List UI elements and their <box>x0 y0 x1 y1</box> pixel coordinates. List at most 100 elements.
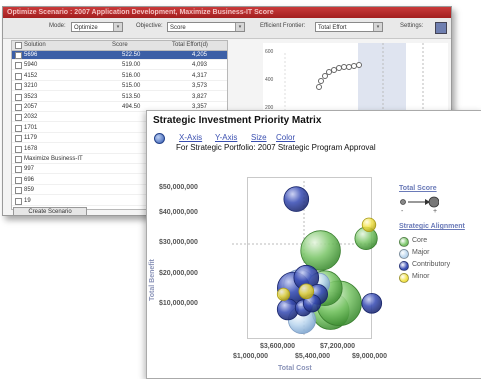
bubble-minor[interactable] <box>298 283 315 300</box>
column-header-effort[interactable]: Total Effort(d) <box>172 41 208 50</box>
bubble-minor[interactable] <box>361 217 377 233</box>
settings-button[interactable] <box>435 22 447 34</box>
solution-cell: Maximize Business-IT <box>24 156 83 162</box>
table-row[interactable]: 5696 522.50 4,205 <box>12 51 227 60</box>
frontier-point <box>336 65 342 71</box>
mode-label: Mode: <box>49 23 66 29</box>
row-checkbox[interactable] <box>15 83 22 91</box>
mode-select[interactable]: Optimize ▾ <box>71 22 123 32</box>
frontier-point <box>331 67 337 73</box>
solution-cell: 859 <box>24 187 35 194</box>
y-tick-label: $10,000,000 <box>159 300 198 307</box>
table-row[interactable]: 3210 515.00 3,573 <box>12 82 227 92</box>
row-checkbox[interactable] <box>15 52 22 59</box>
solution-cell: 19 <box>24 197 31 204</box>
legend-swatch <box>399 261 409 271</box>
legend-label: Minor <box>412 273 430 280</box>
row-checkbox[interactable] <box>15 114 22 122</box>
frontier-label: Efficient Frontier: <box>260 23 306 29</box>
create-scenario-button[interactable]: Create Scenario <box>13 207 87 215</box>
frontier-point <box>326 69 332 75</box>
bubble-core[interactable] <box>300 230 341 271</box>
solution-cell: 2057 <box>24 104 38 110</box>
chevron-down-icon: ▾ <box>235 23 244 31</box>
row-checkbox[interactable] <box>15 176 22 184</box>
row-checkbox[interactable] <box>15 104 22 111</box>
bubble-contributory[interactable] <box>361 293 383 314</box>
priority-matrix-window: Strategic Investment Priority Matrix X-A… <box>146 110 481 379</box>
x-tick-label: $3,600,000 <box>260 343 296 350</box>
score-cell: 516.00 <box>122 72 141 79</box>
score-cell: 522.50 <box>122 52 141 58</box>
y-tick-label: $30,000,000 <box>159 239 198 246</box>
y-tick-label: $20,000,000 <box>159 270 198 277</box>
frontier-select[interactable]: Total Effort ▾ <box>315 22 383 32</box>
toolbar: Mode: Optimize ▾ Objective: Score ▾ Effi… <box>3 18 451 39</box>
bubble-contributory[interactable] <box>283 186 310 212</box>
solution-cell: 1179 <box>24 135 37 142</box>
solution-cell: 2032 <box>24 114 38 121</box>
solution-cell: 5696 <box>24 52 38 58</box>
legend-label: Core <box>412 237 428 244</box>
effort-cell: 3,827 <box>192 93 208 100</box>
x-tick-label: $7,200,000 <box>320 343 356 350</box>
x-tick-label: $1,000,000 <box>233 353 269 360</box>
row-checkbox[interactable] <box>15 124 22 132</box>
score-cell: 515.00 <box>122 83 141 90</box>
row-checkbox[interactable] <box>15 156 22 163</box>
score-cell: 494.50 <box>122 104 141 110</box>
y-tick-label: $40,000,000 <box>159 209 198 216</box>
chevron-down-icon: ▾ <box>113 23 122 31</box>
window-title-bar: Optimize Scenario : 2007 Application Dev… <box>3 7 451 18</box>
column-header-solution[interactable]: Solution <box>24 41 46 50</box>
y-axis-label: Total Benefit <box>149 259 156 301</box>
solution-cell: 4152 <box>24 72 38 79</box>
frontier-point <box>346 64 352 70</box>
solution-cell: 5940 <box>24 62 38 69</box>
solution-cell: 3523 <box>24 93 38 100</box>
legend-color-title[interactable]: Strategic Alignment <box>399 223 465 230</box>
chevron-down-icon: ▾ <box>373 23 382 31</box>
y-tick-label: $50,000,000 <box>159 184 198 191</box>
legend-label: Contributory <box>412 261 451 268</box>
frontier-point <box>318 78 324 84</box>
table-row[interactable]: 4152 516.00 4,317 <box>12 72 227 81</box>
frontier-point <box>341 64 347 70</box>
solution-cell: 997 <box>24 166 35 173</box>
legend-label: Major <box>412 249 430 256</box>
effort-cell: 4,093 <box>192 62 208 69</box>
column-header-score[interactable]: Score <box>112 41 128 50</box>
score-cell: 513.50 <box>122 93 141 100</box>
effort-cell: 4,205 <box>192 52 208 58</box>
row-checkbox[interactable] <box>15 135 22 143</box>
row-checkbox[interactable] <box>15 187 22 195</box>
select-all-checkbox[interactable] <box>15 42 22 49</box>
legend-size-title[interactable]: Total Score <box>399 185 437 192</box>
x-tick-label: $5,400,000 <box>295 353 331 360</box>
size-minus: - <box>401 208 404 215</box>
legend-swatch <box>399 249 409 259</box>
solution-cell: 1701 <box>24 124 38 131</box>
table-row[interactable]: 5940 519.00 4,093 <box>12 61 227 71</box>
effort-cell: 3,573 <box>192 83 208 90</box>
row-checkbox[interactable] <box>15 72 22 80</box>
row-checkbox[interactable] <box>15 93 22 101</box>
bubble-minor[interactable] <box>276 287 291 301</box>
legend-swatch <box>399 237 409 247</box>
row-checkbox[interactable] <box>15 166 22 174</box>
legend-swatch <box>399 273 409 283</box>
size-plus: + <box>433 208 438 215</box>
row-checkbox[interactable] <box>15 197 22 205</box>
row-checkbox[interactable] <box>15 62 22 70</box>
objective-label: Objective: <box>136 23 163 29</box>
frontier-point <box>322 73 328 79</box>
mode-value: Optimize <box>74 25 98 31</box>
objective-value: Score <box>170 25 186 31</box>
row-checkbox[interactable] <box>15 145 22 153</box>
objective-select[interactable]: Score ▾ <box>167 22 245 32</box>
frontier-value: Total Effort <box>318 25 347 31</box>
grid-header: Solution Score Total Effort(d) <box>12 41 227 51</box>
table-row[interactable]: 3523 513.50 3,827 <box>12 93 227 102</box>
solution-cell: 1678 <box>24 145 38 152</box>
frontier-point <box>356 62 362 68</box>
